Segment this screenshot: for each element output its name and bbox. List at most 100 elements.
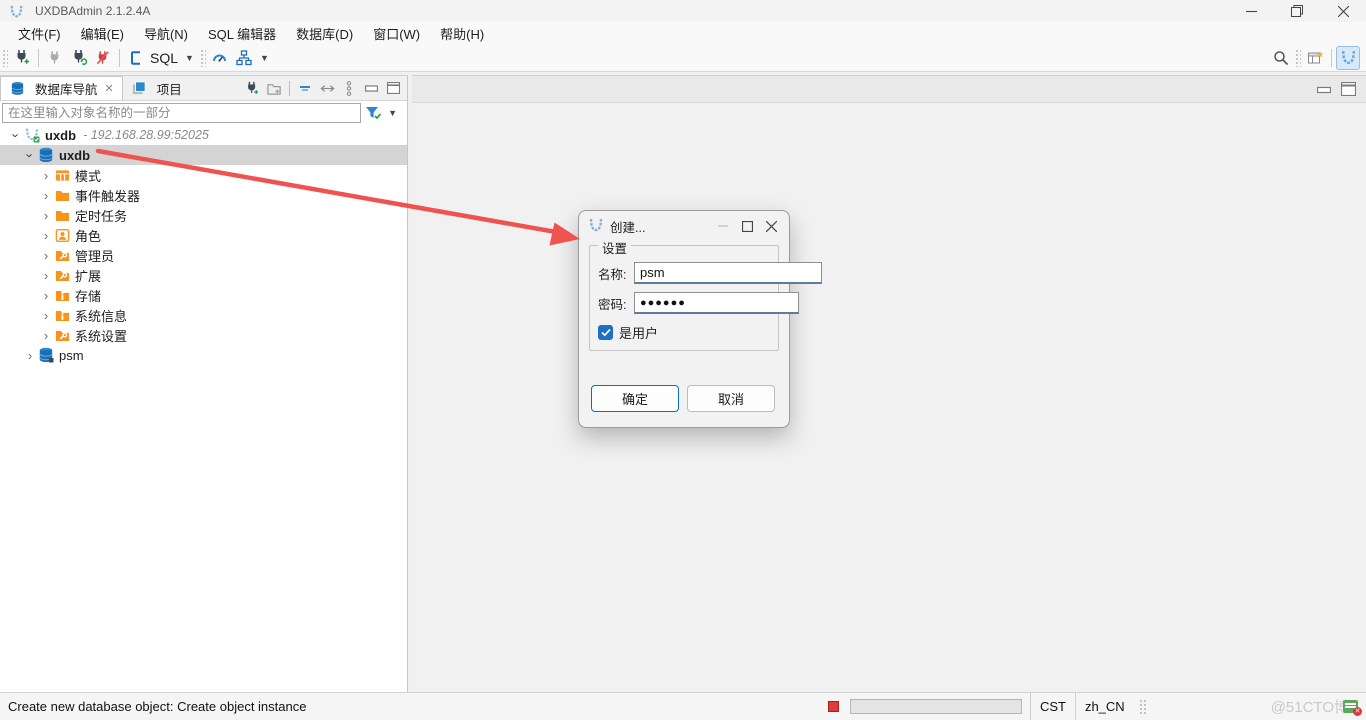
database-navigator-icon	[9, 81, 25, 97]
chevron-right-icon[interactable]: ›	[44, 309, 48, 322]
editor-maximize-button[interactable]	[1341, 82, 1356, 96]
menu-sql-editor[interactable]: SQL 编辑器	[198, 22, 286, 45]
dialog-close-button[interactable]	[759, 215, 783, 237]
password-label: 密码:	[598, 297, 627, 312]
chevron-down-icon[interactable]: ›	[23, 153, 38, 157]
tree-row-extensions[interactable]: › 扩展	[0, 265, 407, 285]
uxdb-perspective-button[interactable]	[1336, 45, 1360, 70]
tree-row-system-settings[interactable]: › 系统设置	[0, 325, 407, 345]
dialog-maximize-button[interactable]	[735, 215, 759, 237]
editor-area	[412, 75, 1366, 692]
connect-button[interactable]	[43, 46, 67, 70]
menu-edit[interactable]: 编辑(E)	[71, 22, 134, 45]
sql-editor-button[interactable]	[124, 46, 148, 70]
progress-bar	[849, 699, 1022, 714]
name-field[interactable]	[634, 262, 822, 284]
app-logo-icon	[8, 3, 24, 19]
status-message: Create new database object: Create objec…	[8, 699, 307, 714]
window-restore-button[interactable]	[1274, 0, 1320, 22]
folder-wrench-icon	[54, 327, 70, 343]
folder-icon	[54, 187, 70, 203]
panel-maximize-button[interactable]	[383, 78, 403, 98]
window-titlebar: UXDBAdmin 2.1.2.4A	[0, 0, 1366, 22]
editor-toolbar-strip	[412, 75, 1366, 103]
chevron-right-icon[interactable]: ›	[44, 329, 48, 342]
dialog-minimize-button	[711, 215, 735, 237]
tree-row-connection-uxdb[interactable]: › uxdb - 192.168.28.99:52025	[0, 125, 407, 145]
tree-item-label: 扩展	[75, 268, 102, 284]
tab-close-icon[interactable]: ✕	[105, 82, 114, 95]
filter-settings-button[interactable]: ▼	[361, 105, 405, 121]
menu-file[interactable]: 文件(F)	[8, 22, 71, 45]
connection-name: uxdb	[45, 127, 77, 143]
chevron-right-icon[interactable]: ›	[44, 209, 48, 222]
tree-row-scheduled-tasks[interactable]: › 定时任务	[0, 205, 407, 225]
window-minimize-button[interactable]	[1228, 0, 1274, 22]
sql-editor-label[interactable]: SQL	[150, 50, 178, 66]
password-field[interactable]	[634, 292, 799, 314]
dialog-titlebar[interactable]: 创建...	[579, 211, 789, 241]
view-menu-button[interactable]	[339, 78, 359, 98]
tree-item-label: 管理员	[75, 248, 115, 264]
locale-indicator[interactable]: zh_CN	[1074, 693, 1134, 720]
dashboard-button[interactable]	[208, 46, 232, 70]
tree-row-event-triggers[interactable]: › 事件触发器	[0, 185, 407, 205]
panel-new-connection-button[interactable]	[242, 78, 262, 98]
database-icon	[38, 347, 54, 363]
chevron-right-icon[interactable]: ›	[44, 289, 48, 302]
menu-navigate[interactable]: 导航(N)	[134, 22, 198, 45]
menu-database[interactable]: 数据库(D)	[286, 22, 363, 45]
toolbar-grip	[1295, 48, 1301, 67]
ok-button[interactable]: 确定	[591, 385, 679, 412]
chevron-right-icon[interactable]: ›	[44, 169, 48, 182]
chevron-right-icon[interactable]: ›	[44, 269, 48, 282]
timezone-indicator[interactable]: CST	[1029, 693, 1075, 720]
navigator-filter-row: ▼	[0, 101, 407, 125]
tab-database-navigator[interactable]: 数据库导航 ✕	[0, 76, 123, 100]
open-perspective-button[interactable]	[1303, 46, 1327, 70]
panel-minimize-button[interactable]	[361, 78, 381, 98]
new-connection-button[interactable]	[10, 46, 34, 70]
reconnect-button[interactable]	[67, 46, 91, 70]
window-close-button[interactable]	[1320, 0, 1366, 22]
is-user-checkbox-label: 是用户	[619, 326, 659, 341]
folder-wrench-icon	[54, 267, 70, 283]
stop-icon[interactable]	[824, 697, 844, 717]
disconnect-button[interactable]	[91, 46, 115, 70]
chevron-right-icon[interactable]: ›	[44, 189, 48, 202]
collapse-all-button[interactable]	[295, 78, 315, 98]
tree-row-storage[interactable]: › 存储	[0, 285, 407, 305]
tree-row-system-info[interactable]: › 系统信息	[0, 305, 407, 325]
tree-row-schemas[interactable]: › 模式	[0, 165, 407, 185]
filter-funnel-icon	[366, 107, 382, 120]
tree-item-label: 存储	[75, 288, 102, 304]
menu-help[interactable]: 帮助(H)	[430, 22, 494, 45]
tree-row-roles[interactable]: › 角色	[0, 225, 407, 245]
tab-projects[interactable]: 项目	[123, 76, 190, 100]
cancel-button[interactable]: 取消	[687, 385, 775, 412]
editor-minimize-button[interactable]	[1317, 85, 1331, 94]
filter-dropdown-caret[interactable]: ▼	[388, 108, 397, 118]
chevron-right-icon[interactable]: ›	[44, 229, 48, 242]
sql-dropdown-caret[interactable]: ▼	[185, 53, 194, 63]
is-user-checkbox[interactable]	[598, 325, 613, 340]
toolbar-dropdown-caret[interactable]: ▼	[260, 53, 269, 63]
window-title: UXDBAdmin 2.1.2.4A	[35, 4, 151, 18]
chevron-right-icon[interactable]: ›	[28, 349, 32, 362]
link-with-editor-button[interactable]	[317, 78, 337, 98]
watermark-text: @51CTO博	[1270, 699, 1349, 716]
network-topology-button[interactable]	[232, 46, 256, 70]
chevron-down-icon[interactable]: ›	[9, 133, 24, 137]
tree-row-administrators[interactable]: › 管理员	[0, 245, 407, 265]
tree-item-label: 事件触发器	[75, 188, 141, 204]
menu-window[interactable]: 窗口(W)	[363, 22, 430, 45]
tree-row-database-uxdb[interactable]: › uxdb	[0, 145, 407, 165]
statusbar-grip	[1138, 698, 1146, 715]
toolbar-separator	[1331, 48, 1332, 67]
database-navigator-panel: 数据库导航 ✕ 项目 在这里输入对象名称的一部分 ▼ › uxdb - 192.…	[0, 75, 408, 692]
tree-row-database-psm[interactable]: › psm	[0, 345, 407, 365]
object-filter-input[interactable]	[2, 103, 362, 123]
chevron-right-icon[interactable]: ›	[44, 249, 48, 262]
new-folder-button[interactable]	[264, 78, 284, 98]
search-icon[interactable]	[1269, 46, 1293, 70]
